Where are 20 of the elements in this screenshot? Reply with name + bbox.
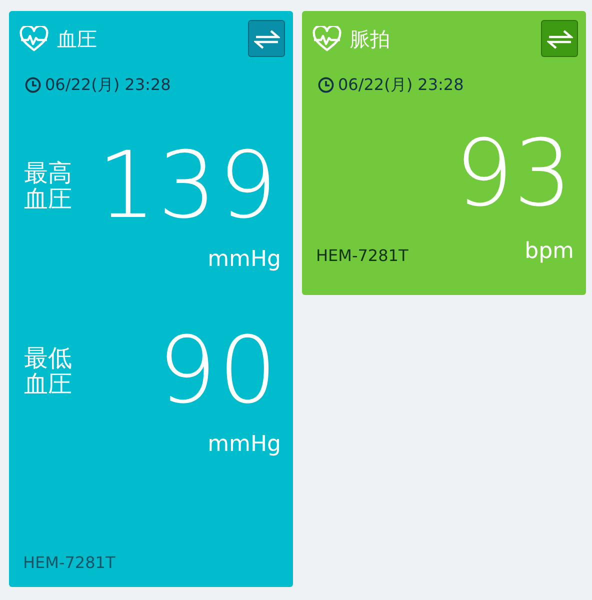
reading-value: 90	[158, 325, 279, 417]
clock-icon	[25, 77, 41, 93]
measurement-time: 06/22(月) 23:28	[45, 74, 171, 96]
card-title: 脈拍	[350, 26, 390, 52]
swap-button[interactable]	[248, 20, 285, 57]
reading-value: 139	[97, 140, 279, 232]
unit-label: bpm	[524, 238, 574, 266]
reading-label: 最高血圧	[24, 160, 72, 212]
reading-value: 93	[454, 128, 572, 220]
device-name: HEM-7281T	[23, 553, 116, 572]
heart-pulse-icon	[312, 26, 342, 52]
heart-pulse-icon	[19, 26, 49, 52]
measurement-time: 06/22(月) 23:28	[338, 74, 464, 96]
unit-label: mmHg	[208, 246, 281, 274]
swap-button[interactable]	[541, 20, 578, 57]
card-title: 血圧	[57, 26, 97, 52]
unit-label: mmHg	[208, 431, 281, 459]
device-name: HEM-7281T	[316, 245, 408, 267]
reading-label: 最低血圧	[24, 344, 72, 398]
clock-icon	[318, 77, 334, 93]
